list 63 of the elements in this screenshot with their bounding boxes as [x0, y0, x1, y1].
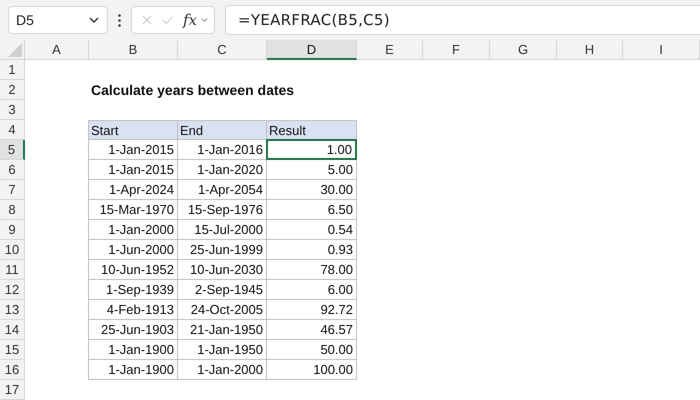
insert-function-button[interactable]: fx: [182, 11, 197, 29]
table-cell: 46.57: [266, 320, 357, 340]
row-header[interactable]: 1: [0, 60, 25, 80]
column-header[interactable]: C: [178, 40, 267, 60]
row-header[interactable]: 17: [0, 380, 25, 400]
table-cell: 1-Jan-2015: [88, 160, 178, 180]
table-cell: 1-Sep-1939: [88, 280, 178, 300]
column-header[interactable]: G: [490, 40, 557, 60]
table-cell: 1.00: [266, 139, 357, 160]
sheet-title: Calculate years between dates: [91, 82, 294, 98]
row-header[interactable]: 8: [0, 200, 25, 220]
table-cell: 30.00: [266, 180, 357, 200]
row-header[interactable]: 2: [0, 80, 25, 100]
table-cell: 25-Jun-1903: [88, 320, 178, 340]
row-header[interactable]: 5: [0, 140, 25, 160]
table-cell: 15-Mar-1970: [88, 200, 178, 220]
row-header[interactable]: 12: [0, 280, 25, 300]
table-header-cell: Result: [266, 120, 357, 140]
column-header[interactable]: I: [623, 40, 700, 60]
table-cell: 100.00: [266, 360, 357, 380]
name-box[interactable]: D5: [8, 6, 108, 34]
table-cell: 92.72: [266, 300, 357, 320]
row-header[interactable]: 10: [0, 240, 25, 260]
row-header[interactable]: 14: [0, 320, 25, 340]
row-header[interactable]: 16: [0, 360, 25, 380]
row-header[interactable]: 15: [0, 340, 25, 360]
table-cell: 4-Feb-1913: [88, 300, 178, 320]
table-cell: 50.00: [266, 340, 357, 360]
column-header[interactable]: F: [423, 40, 490, 60]
chevron-down-icon[interactable]: [201, 17, 208, 23]
column-header[interactable]: E: [357, 40, 423, 60]
table-cell: 0.93: [266, 240, 357, 260]
row-header[interactable]: 9: [0, 220, 25, 240]
column-header[interactable]: A: [25, 40, 89, 60]
row-header[interactable]: 4: [0, 120, 25, 140]
row-header[interactable]: 13: [0, 300, 25, 320]
cancel-icon[interactable]: [142, 13, 152, 27]
row-header[interactable]: 7: [0, 180, 25, 200]
table-cell: 0.54: [266, 220, 357, 240]
table-header-cell: End: [177, 120, 267, 140]
row-header[interactable]: 11: [0, 260, 25, 280]
column-header[interactable]: B: [89, 40, 178, 60]
table-cell: 5.00: [266, 160, 357, 180]
column-header[interactable]: H: [557, 40, 623, 60]
table-cell: 78.00: [266, 260, 357, 280]
table-cell: 1-Jun-2000: [88, 240, 178, 260]
row-header[interactable]: 3: [0, 100, 25, 120]
table-cell: 6.00: [266, 280, 357, 300]
chevron-down-icon: [89, 17, 99, 23]
table-cell: 1-Jan-2000: [88, 220, 178, 240]
table-cell: 1-Jan-1900: [88, 360, 178, 380]
table-cell: 6.50: [266, 200, 357, 220]
check-icon[interactable]: [162, 14, 173, 26]
column-header[interactable]: D: [267, 40, 357, 60]
table-cell: 1-Apr-2024: [88, 180, 178, 200]
row-header[interactable]: 6: [0, 160, 25, 180]
table-cell: 10-Jun-1952: [88, 260, 178, 280]
formula-bar[interactable]: =YEARFRAC(B5,C5): [225, 5, 700, 35]
table-cell: 1-Jan-2015: [88, 140, 178, 160]
more-options-icon[interactable]: [118, 14, 121, 26]
table-cell: 1-Jan-1900: [88, 340, 178, 360]
select-all-icon[interactable]: [8, 43, 22, 57]
table-header-cell: Start: [88, 120, 178, 140]
